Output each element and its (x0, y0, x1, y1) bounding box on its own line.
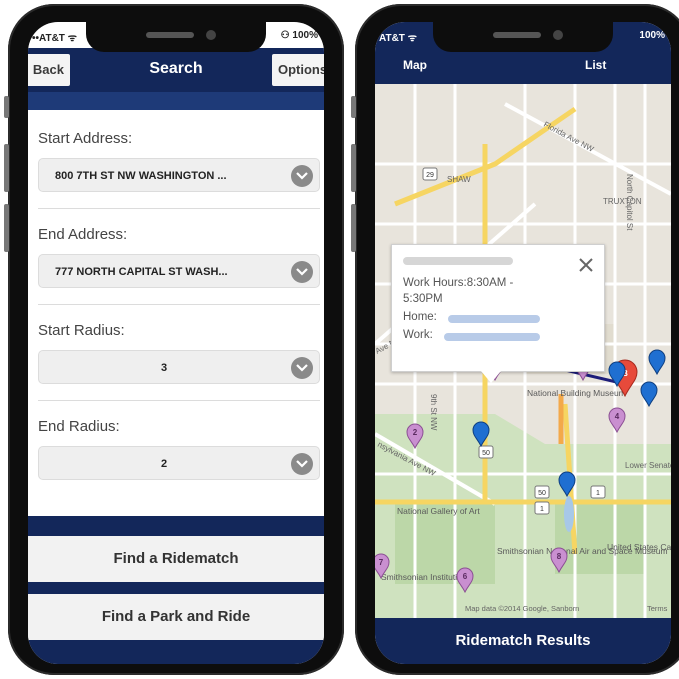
phone-notch (86, 22, 266, 52)
svg-text:8: 8 (557, 552, 562, 561)
work-hours-end-text: 5:30PM (403, 293, 443, 305)
redacted-name (403, 257, 513, 265)
back-button[interactable]: Back (28, 54, 70, 86)
mute-switch (4, 96, 9, 118)
chevron-down-icon (291, 357, 313, 379)
end-address-value: 777 NORTH CAPITAL ST WASH... (55, 266, 228, 278)
street-label: SHAW (447, 175, 471, 184)
route-shield: 50 (538, 490, 546, 497)
carrier-label: ••AT&T ᯤ (32, 33, 77, 44)
chevron-down-icon (291, 453, 313, 475)
street-label: TRUXTON (603, 197, 642, 206)
start-address-select[interactable]: 800 7TH ST NW WASHINGTON ... (38, 158, 320, 192)
chevron-down-icon (291, 165, 313, 187)
svg-text:2: 2 (413, 428, 418, 437)
battery-indicator: ⚇ 100% (280, 30, 318, 41)
start-address-value: 800 7TH ST NW WASHINGTON ... (55, 170, 227, 182)
right-phone-frame: AT&T ᯤ 100% Map List Florida Ave NW TRUX… (351, 4, 679, 675)
close-icon[interactable] (578, 257, 594, 273)
search-form: Start Address: 800 7TH ST NW WASHINGTON … (28, 110, 324, 522)
phone-notch (433, 22, 613, 52)
svg-text:7: 7 (379, 558, 384, 567)
start-radius-label: Start Radius: (38, 322, 125, 339)
route-shield: 29 (426, 172, 434, 179)
route-shield: 1 (540, 506, 544, 513)
work-hours-text: Work Hours:8:30AM - (403, 277, 514, 289)
match-info-popup: Work Hours:8:30AM - 5:30PM Home: Work: (391, 244, 605, 372)
battery-indicator: 100% (639, 30, 665, 41)
svg-text:4: 4 (615, 412, 620, 421)
work-label: Work: (403, 329, 433, 341)
volume-down-button (351, 204, 356, 252)
svg-text:6: 6 (463, 572, 468, 581)
home-label: Home: (403, 311, 437, 323)
popup-pointer (481, 371, 501, 383)
street-label: North Capitol St (625, 174, 634, 231)
options-button[interactable]: Options (272, 54, 324, 86)
section-band (28, 640, 324, 664)
carrier-label: AT&T ᯤ (379, 33, 417, 44)
divider (38, 400, 320, 401)
end-address-label: End Address: (38, 226, 128, 243)
street-label: 9th St NW (429, 394, 438, 431)
divider (38, 304, 320, 305)
redacted-work-phone (444, 333, 540, 341)
chevron-down-icon (291, 261, 313, 283)
left-phone-frame: ••AT&T ᯤ ⚇ 100% Back Search Options Star… (4, 4, 344, 675)
start-radius-value: 3 (160, 362, 168, 374)
find-ridematch-button[interactable]: Find a Ridematch (28, 536, 324, 582)
redacted-home-phone (448, 315, 540, 323)
place-label: United States Capitol (607, 542, 671, 552)
left-phone-screen: ••AT&T ᯤ ⚇ 100% Back Search Options Star… (28, 22, 324, 664)
ridematch-results-button[interactable]: Ridematch Results (375, 618, 671, 664)
start-address-label: Start Address: (38, 130, 133, 147)
screenshot-stage: ••AT&T ᯤ ⚇ 100% Back Search Options Star… (0, 0, 679, 679)
place-label: National Gallery of Art (397, 506, 480, 516)
street-label: Lower Senate Pa (625, 461, 671, 470)
map-terms-link: Terms (647, 604, 668, 613)
header-subbar (28, 92, 324, 110)
tab-list[interactable]: List (585, 58, 606, 72)
end-radius-label: End Radius: (38, 418, 120, 435)
search-header-bar: Back Search Options (28, 48, 324, 92)
tab-map[interactable]: Map (403, 58, 427, 72)
divider (38, 208, 320, 209)
map-list-tabbar: Map List (375, 48, 671, 84)
route-shield: 50 (482, 450, 490, 457)
section-band (28, 582, 324, 594)
mute-switch (351, 96, 356, 118)
volume-down-button (4, 204, 9, 252)
end-radius-select[interactable]: 2 (38, 446, 320, 480)
ridematch-map[interactable]: Florida Ave NW TRUXTON SHAW North Capito… (375, 84, 671, 618)
end-address-select[interactable]: 777 NORTH CAPITAL ST WASH... (38, 254, 320, 288)
start-radius-select[interactable]: 3 (38, 350, 320, 384)
volume-up-button (4, 144, 9, 192)
end-radius-value: 2 (160, 458, 168, 470)
find-park-and-ride-button[interactable]: Find a Park and Ride (28, 594, 324, 640)
route-shield: 1 (596, 490, 600, 497)
place-label: Smithsonian Institution (381, 572, 467, 582)
right-phone-screen: AT&T ᯤ 100% Map List Florida Ave NW TRUX… (375, 22, 671, 664)
volume-up-button (351, 144, 356, 192)
place-label: National Building Museum (527, 388, 626, 398)
map-attribution: Map data ©2014 Google, Sanborn (465, 604, 579, 613)
section-band (28, 516, 324, 536)
